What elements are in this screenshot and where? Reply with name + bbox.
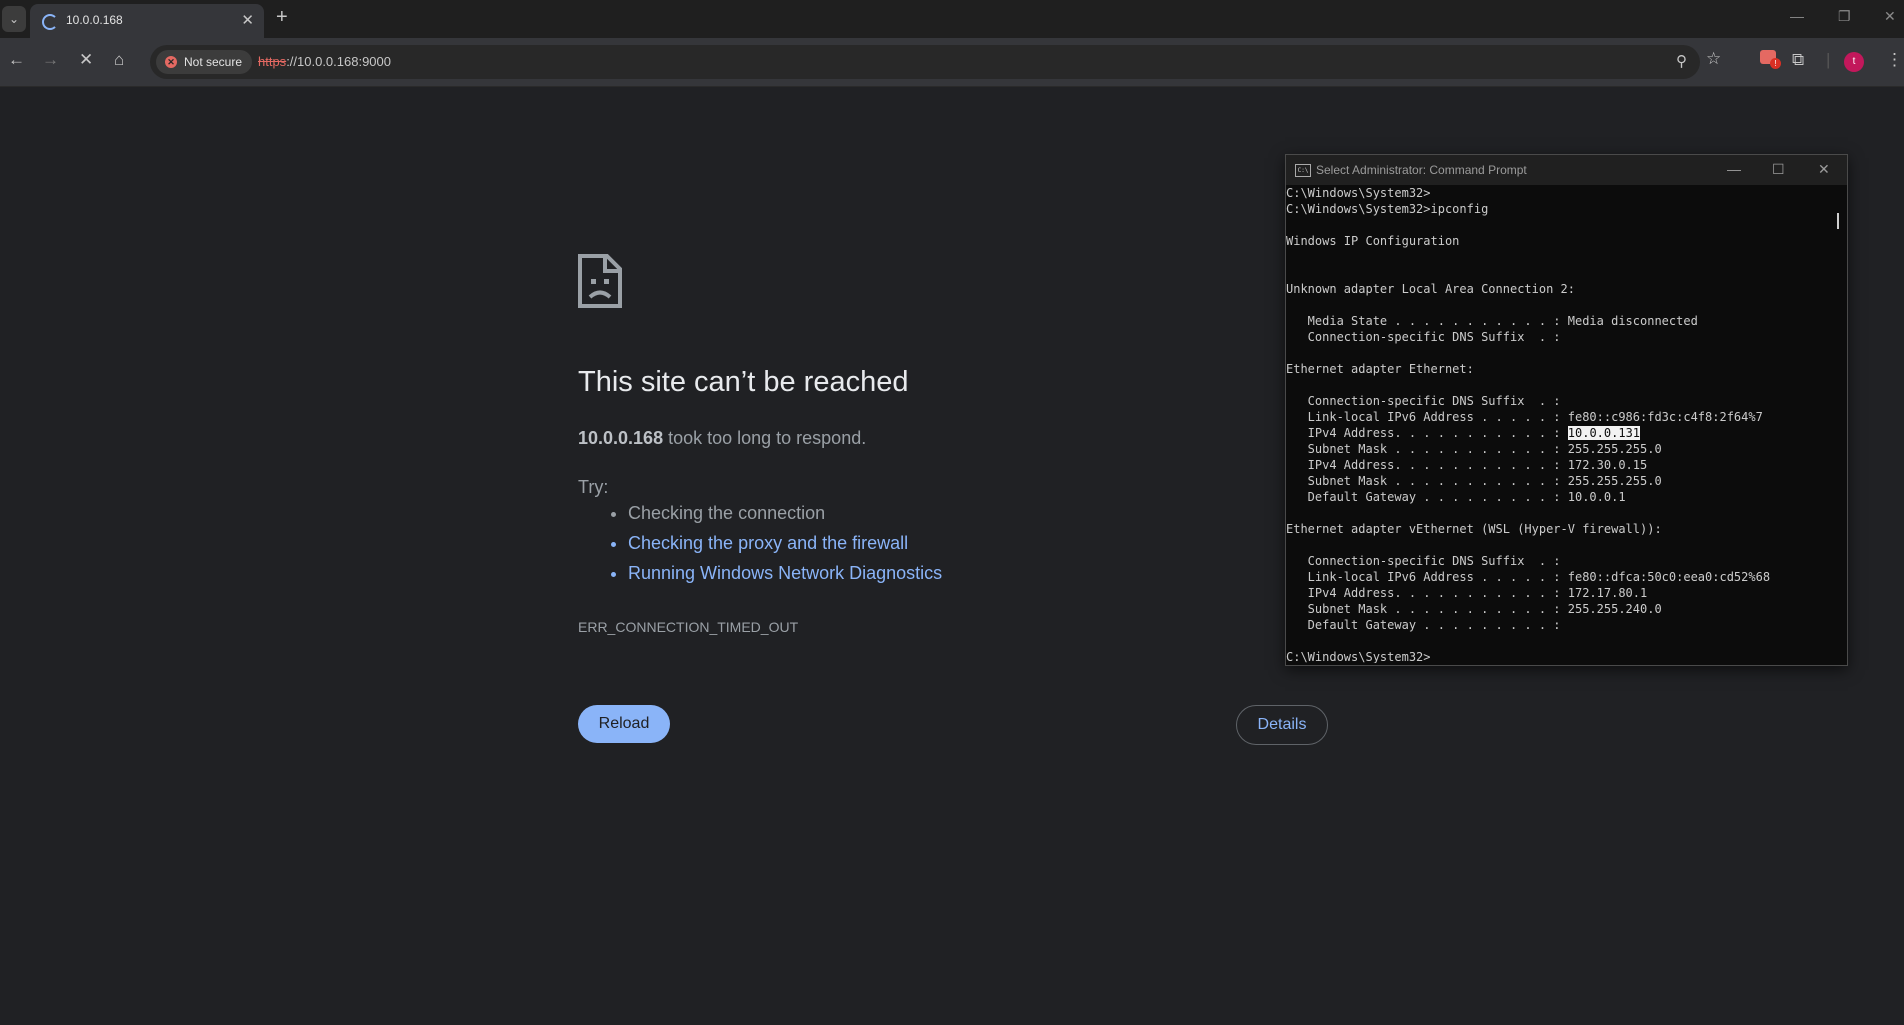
cmd-scrollbar[interactable] xyxy=(1837,213,1839,229)
error-host: 10.0.0.168 xyxy=(578,428,664,448)
console-line: C:\Windows\System32>ipconfig xyxy=(1286,202,1489,216)
extensions-puzzle-icon[interactable]: ⧉ xyxy=(1792,50,1804,70)
security-chip[interactable]: ✕ Not secure xyxy=(156,50,253,74)
url-scheme: https xyxy=(258,54,287,69)
tab-close-icon[interactable]: ✕ xyxy=(241,11,254,29)
console-line: IPv4 Address. . . . . . . . . . . : 10.0… xyxy=(1286,426,1641,440)
address-bar[interactable]: ✕ Not secure https://10.0.0.168:9000 ⚲ xyxy=(150,45,1700,79)
console-line: Ethernet adapter Ethernet: xyxy=(1286,362,1474,376)
extension-alert-icon[interactable]: ! xyxy=(1760,50,1781,69)
cmd-app-icon: C:\ xyxy=(1295,164,1311,177)
reload-button[interactable]: Reload xyxy=(578,705,670,743)
console-line: Connection-specific DNS Suffix . : xyxy=(1286,554,1561,568)
toolbar-divider: | xyxy=(1826,50,1831,69)
console-line: Default Gateway . . . . . . . . . : xyxy=(1286,618,1561,632)
stop-icon[interactable]: ✕ xyxy=(79,50,93,70)
tab-active[interactable]: 10.0.0.168 ✕ xyxy=(30,4,264,38)
warning-icon: ✕ xyxy=(165,56,177,68)
console-line: C:\Windows\System32> xyxy=(1286,650,1431,663)
suggestion-check-connection: Checking the connection xyxy=(628,504,942,523)
console-line: Unknown adapter Local Area Connection 2: xyxy=(1286,282,1575,296)
console-line: Link-local IPv6 Address . . . . . : fe80… xyxy=(1286,570,1771,584)
details-button[interactable]: Details xyxy=(1236,705,1328,745)
error-code: ERR_CONNECTION_TIMED_OUT xyxy=(578,619,799,635)
profile-avatar[interactable]: t xyxy=(1844,52,1864,72)
suggestion-list: Checking the connection Checking the pro… xyxy=(578,504,942,594)
error-description-text: took too long to respond. xyxy=(663,428,867,448)
suggestion-proxy-firewall-link[interactable]: Checking the proxy and the firewall xyxy=(628,534,942,553)
tab-title: 10.0.0.168 xyxy=(66,13,123,27)
bookmark-star-icon[interactable]: ☆ xyxy=(1706,49,1721,69)
selected-ip-text: 10.0.0.131 xyxy=(1567,426,1641,440)
console-output[interactable]: C:\Windows\System32> C:\Windows\System32>… xyxy=(1286,185,1834,663)
error-description: 10.0.0.168 took too long to respond. xyxy=(578,428,866,449)
console-line: IPv4 Address. . . . . . . . . . . : 172.… xyxy=(1286,458,1648,472)
zoom-icon[interactable]: ⚲ xyxy=(1676,52,1687,70)
url-text[interactable]: https://10.0.0.168:9000 xyxy=(258,54,391,69)
sad-document-icon xyxy=(578,254,622,308)
console-line: Connection-specific DNS Suffix . : xyxy=(1286,330,1561,344)
cmd-minimize-icon[interactable]: — xyxy=(1727,161,1741,177)
menu-kebab-icon[interactable]: ⋮ xyxy=(1886,50,1903,70)
console-line: Ethernet adapter vEthernet (WSL (Hyper-V… xyxy=(1286,522,1662,536)
url-host: ://10.0.0.168:9000 xyxy=(286,54,391,69)
chevron-down-icon: ⌄ xyxy=(8,12,20,26)
console-line: Subnet Mask . . . . . . . . . . . : 255.… xyxy=(1286,602,1662,616)
extension-badge: ! xyxy=(1770,58,1781,69)
cmd-maximize-icon[interactable]: ☐ xyxy=(1772,161,1785,178)
loading-spinner-icon xyxy=(42,14,58,30)
console-line: Connection-specific DNS Suffix . : xyxy=(1286,394,1561,408)
cmd-close-icon[interactable]: ✕ xyxy=(1818,161,1830,178)
home-icon[interactable]: ⌂ xyxy=(114,50,124,70)
console-line: Media State . . . . . . . . . . . : Medi… xyxy=(1286,314,1698,328)
error-title: This site can’t be reached xyxy=(578,366,909,398)
try-label: Try: xyxy=(578,477,609,497)
tab-search-button[interactable]: ⌄ xyxy=(2,6,26,32)
restore-icon[interactable]: ❐ xyxy=(1838,8,1851,25)
tab-strip: ⌄ 10.0.0.168 ✕ + — ❐ ✕ xyxy=(0,0,1904,38)
console-line: Windows IP Configuration xyxy=(1286,234,1460,248)
console-line: C:\Windows\System32> xyxy=(1286,186,1431,200)
back-icon[interactable]: ← xyxy=(8,50,25,70)
cmd-title-bar[interactable]: C:\ Select Administrator: Command Prompt… xyxy=(1286,155,1847,185)
forward-icon[interactable]: → xyxy=(42,50,59,70)
console-line: Subnet Mask . . . . . . . . . . . : 255.… xyxy=(1286,442,1662,456)
console-line: Default Gateway . . . . . . . . . : 10.0… xyxy=(1286,490,1626,504)
security-label: Not secure xyxy=(184,55,243,69)
window-close-icon[interactable]: ✕ xyxy=(1884,8,1896,25)
minimize-icon[interactable]: — xyxy=(1790,8,1804,24)
console-line: Subnet Mask . . . . . . . . . . . : 255.… xyxy=(1286,474,1662,488)
command-prompt-window[interactable]: C:\ Select Administrator: Command Prompt… xyxy=(1285,154,1848,666)
new-tab-button[interactable]: + xyxy=(276,6,288,29)
console-line: Link-local IPv6 Address . . . . . : fe80… xyxy=(1286,410,1763,424)
suggestion-network-diagnostics-link[interactable]: Running Windows Network Diagnostics xyxy=(628,564,942,583)
cmd-window-title: Select Administrator: Command Prompt xyxy=(1316,163,1527,177)
browser-toolbar: ← → ✕ ⌂ ✕ Not secure https://10.0.0.168:… xyxy=(0,38,1904,87)
console-line: IPv4 Address. . . . . . . . . . . : 172.… xyxy=(1286,586,1648,600)
